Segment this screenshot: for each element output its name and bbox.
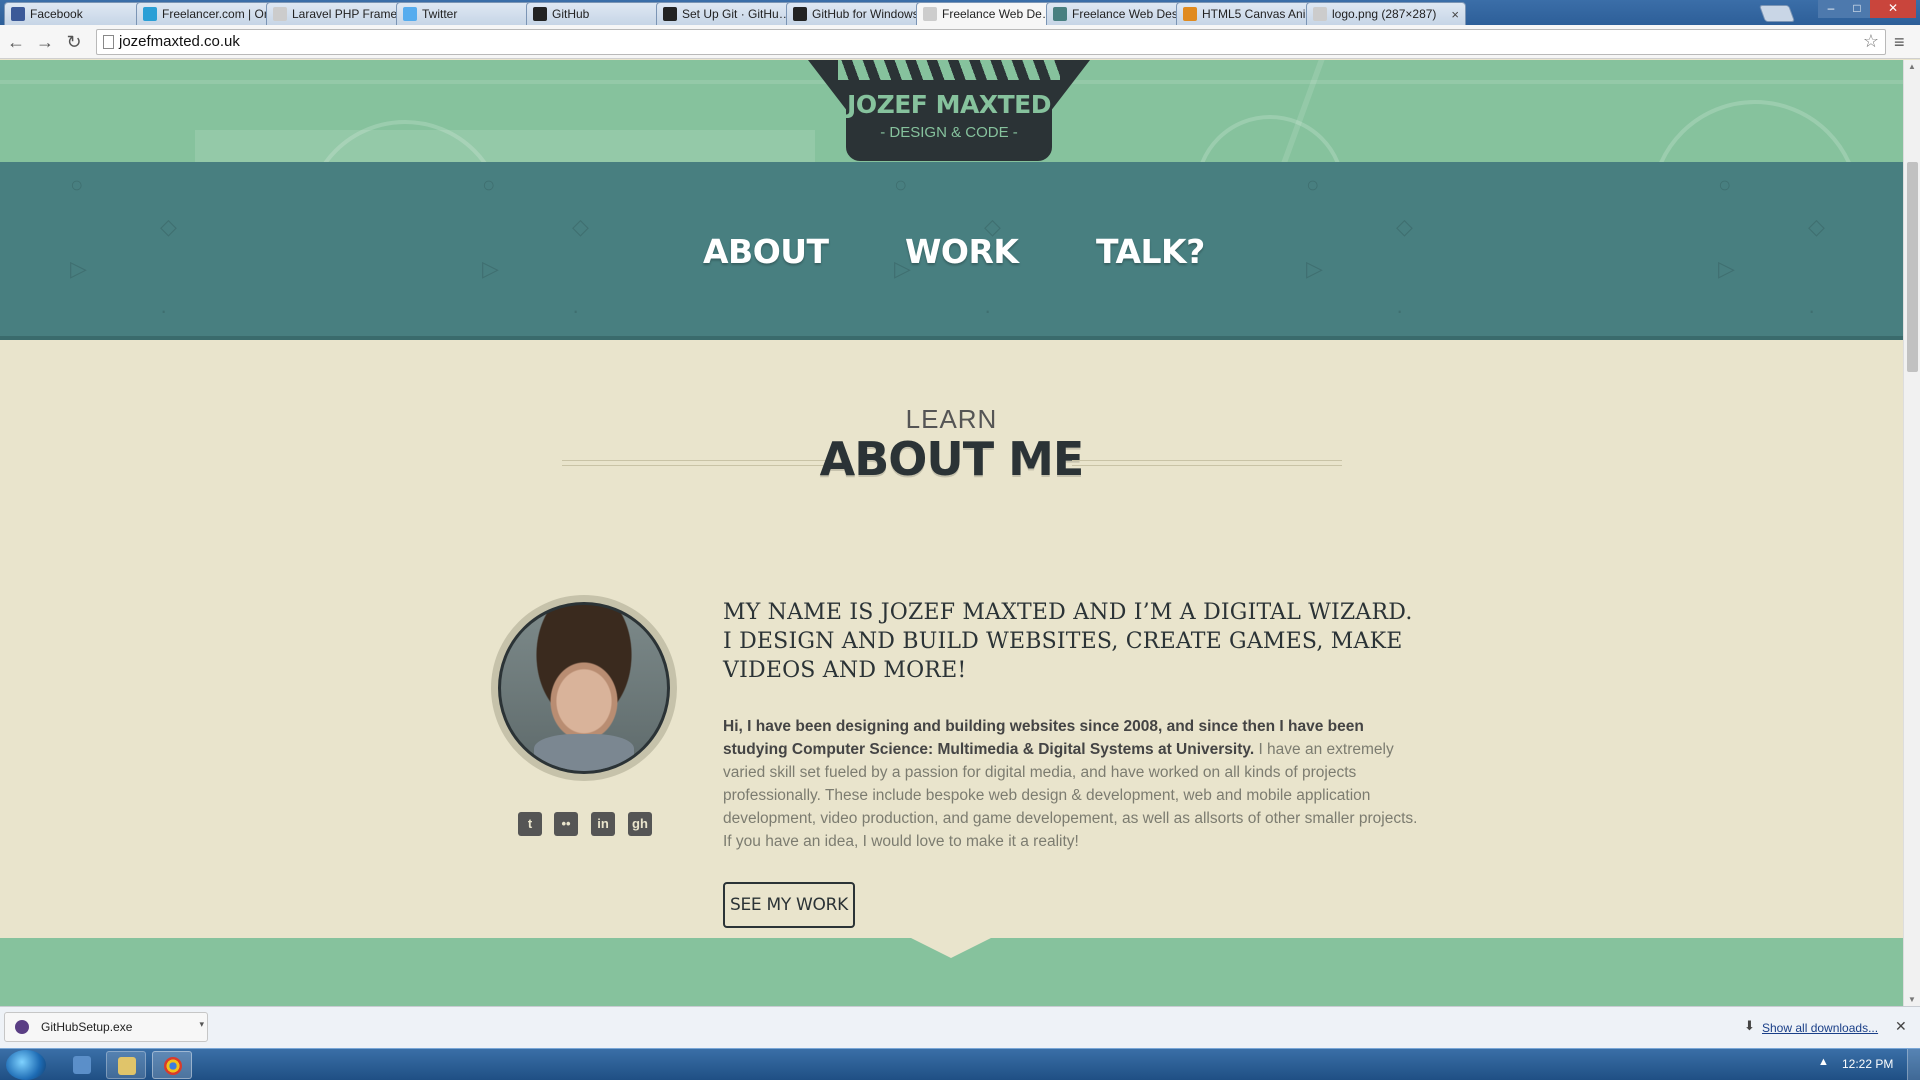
logo-name: JOZEF MAXTED <box>847 90 1051 119</box>
nav-pattern-shape: ○ <box>894 172 908 197</box>
twitter-icon[interactable]: t <box>518 812 542 836</box>
nav-about-link[interactable]: ABOUT <box>703 232 829 271</box>
github-icon <box>533 7 547 21</box>
twitter-icon <box>403 7 417 21</box>
page-viewport: JOZEF MAXTED - DESIGN & CODE - · ▷ ◇ ○ · ▷ ◇ ○ ·… <box>0 60 1903 1006</box>
page-icon <box>923 7 937 21</box>
show-desktop-button[interactable] <box>1907 1049 1920 1080</box>
address-bar[interactable]: jozefmaxted.co.uk ☆ <box>96 29 1886 55</box>
start-button[interactable] <box>6 1050 46 1080</box>
system-clock[interactable]: 12:22 PM <box>1842 1057 1893 1071</box>
tab-title: Freelance Web Desi <box>1072 7 1181 21</box>
nav-pattern-shape: · <box>160 298 168 323</box>
intro-lead: MY NAME IS JOZEF MAXTED AND I’M A DIGITA… <box>723 600 1413 683</box>
tab-title: logo.png (287×287) <box>1332 7 1437 21</box>
tab-title: Facebook <box>30 7 83 21</box>
nav-pattern-shape: · <box>1808 298 1816 323</box>
url-text: jozefmaxted.co.uk <box>119 33 240 50</box>
tab-title: Set Up Git · GitHub H <box>682 7 797 21</box>
download-item[interactable]: GitHubSetup.exe ▾ <box>4 1012 208 1042</box>
page-scrollbar[interactable]: ▲ ▼ <box>1903 60 1920 1006</box>
nav-pattern-shape: · <box>984 298 992 323</box>
linkedin-icon[interactable]: in <box>591 812 615 836</box>
chrome-icon <box>164 1057 182 1075</box>
nav-pattern-shape: ▷ <box>1306 256 1323 281</box>
nav-pattern-shape: ○ <box>70 172 84 197</box>
maximize-button[interactable]: □ <box>1844 0 1870 18</box>
forward-button[interactable]: → <box>34 31 56 53</box>
nav-pattern-shape: ○ <box>1306 172 1320 197</box>
back-button[interactable]: ← <box>5 31 27 53</box>
shelf-close-icon[interactable]: ✕ <box>1895 1018 1907 1035</box>
nav-pattern-shape: ◇ <box>1396 214 1413 239</box>
tab-title: Freelance Web Desig <box>942 7 1057 21</box>
nav-work-link[interactable]: WORK <box>905 232 1019 271</box>
download-menu-chevron-icon[interactable]: ▾ <box>199 1019 204 1030</box>
nav-pattern-shape: ○ <box>482 172 496 197</box>
windows-taskbar: ▲ 12:22 PM <box>0 1048 1920 1080</box>
nav-talk-link[interactable]: TALK? <box>1096 232 1205 271</box>
tab-strip: – □ ✕ Facebook×Freelancer.com | On×Larav… <box>0 0 1920 25</box>
github-icon[interactable]: gh <box>628 812 652 836</box>
nav-pattern-shape: ▷ <box>482 256 499 281</box>
taskbar-chrome[interactable] <box>152 1051 192 1079</box>
nav-pattern-shape: ◇ <box>1808 214 1825 239</box>
chrome-menu-icon[interactable]: ≡ <box>1894 32 1905 53</box>
reload-button[interactable]: ↻ <box>63 31 85 53</box>
tray-expand-icon[interactable]: ▲ <box>1818 1056 1829 1068</box>
show-all-downloads-link[interactable]: Show all downloads... <box>1762 1021 1878 1035</box>
github-icon <box>663 7 677 21</box>
taskbar-app-1[interactable] <box>62 1051 102 1079</box>
window-close-button[interactable]: ✕ <box>1870 0 1916 18</box>
canvas-icon <box>1183 7 1197 21</box>
logo-tagline: - DESIGN & CODE - <box>880 124 1018 141</box>
work-section-band <box>0 938 1903 1006</box>
nav-pattern-shape: · <box>1396 298 1404 323</box>
github-setup-icon <box>15 1020 29 1034</box>
bookmark-star-icon[interactable]: ☆ <box>1863 31 1879 52</box>
flickr-icon[interactable]: •• <box>554 812 578 836</box>
browser-tab[interactable]: logo.png (287×287) × <box>1306 2 1466 25</box>
browser-toolbar: ← → ↻ jozefmaxted.co.uk ☆ ≡ <box>0 25 1920 59</box>
new-tab-button[interactable] <box>1758 5 1796 22</box>
tab-close-icon[interactable]: × <box>1451 7 1459 22</box>
section-heading: ABOUT ME <box>819 432 1085 486</box>
heading-rule-right <box>1072 460 1342 466</box>
hero-banner: JOZEF MAXTED - DESIGN & CODE - <box>0 60 1903 162</box>
facebook-icon <box>11 7 25 21</box>
nav-pattern-shape: ◇ <box>572 214 589 239</box>
nav-pattern-shape: ○ <box>1718 172 1732 197</box>
nav-pattern-shape: ◇ <box>160 214 177 239</box>
download-shelf: GitHubSetup.exe ▾ ⬇ Show all downloads..… <box>0 1006 1920 1048</box>
main-nav: ·▷◇○·▷◇○·▷◇○·▷◇○·▷◇○·▷◇○ ABOUT WORK TALK… <box>0 162 1903 340</box>
tab-title: GitHub for Windows <box>812 7 919 21</box>
nav-pattern-shape: ▷ <box>1718 256 1735 281</box>
download-arrow-icon: ⬇ <box>1744 1018 1755 1033</box>
download-filename: GitHubSetup.exe <box>41 1020 133 1034</box>
about-section: LEARN ABOUT ME t •• in gh MY NAME IS JOZ… <box>0 344 1903 964</box>
tab-title: HTML5 Canvas Anim <box>1202 7 1316 21</box>
minimize-button[interactable]: – <box>1818 0 1844 18</box>
tab-title: Laravel PHP Framew <box>292 7 406 21</box>
tab-title: Freelancer.com | On <box>162 7 271 21</box>
site-logo[interactable]: JOZEF MAXTED - DESIGN & CODE - <box>808 60 1090 162</box>
see-my-work-button[interactable]: SEE MY WORK <box>723 882 855 928</box>
folder-icon <box>118 1057 136 1075</box>
tab-title: GitHub <box>552 7 590 21</box>
profile-avatar <box>491 595 677 781</box>
tab-title: Twitter <box>422 7 458 21</box>
scrollbar-thumb[interactable] <box>1907 162 1918 372</box>
taskbar-explorer[interactable] <box>106 1051 146 1079</box>
app-icon <box>73 1056 91 1074</box>
freelancer-icon <box>143 7 157 21</box>
page-icon <box>103 35 114 49</box>
nav-pattern-shape: ▷ <box>70 256 87 281</box>
github-icon <box>793 7 807 21</box>
bio-text: Hi, I have been designing and building w… <box>723 715 1428 853</box>
section-eyebrow: LEARN <box>905 404 998 434</box>
page-icon <box>273 7 287 21</box>
nav-pattern-shape: · <box>572 298 580 323</box>
site-icon <box>1053 7 1067 21</box>
page-icon <box>1313 7 1327 21</box>
